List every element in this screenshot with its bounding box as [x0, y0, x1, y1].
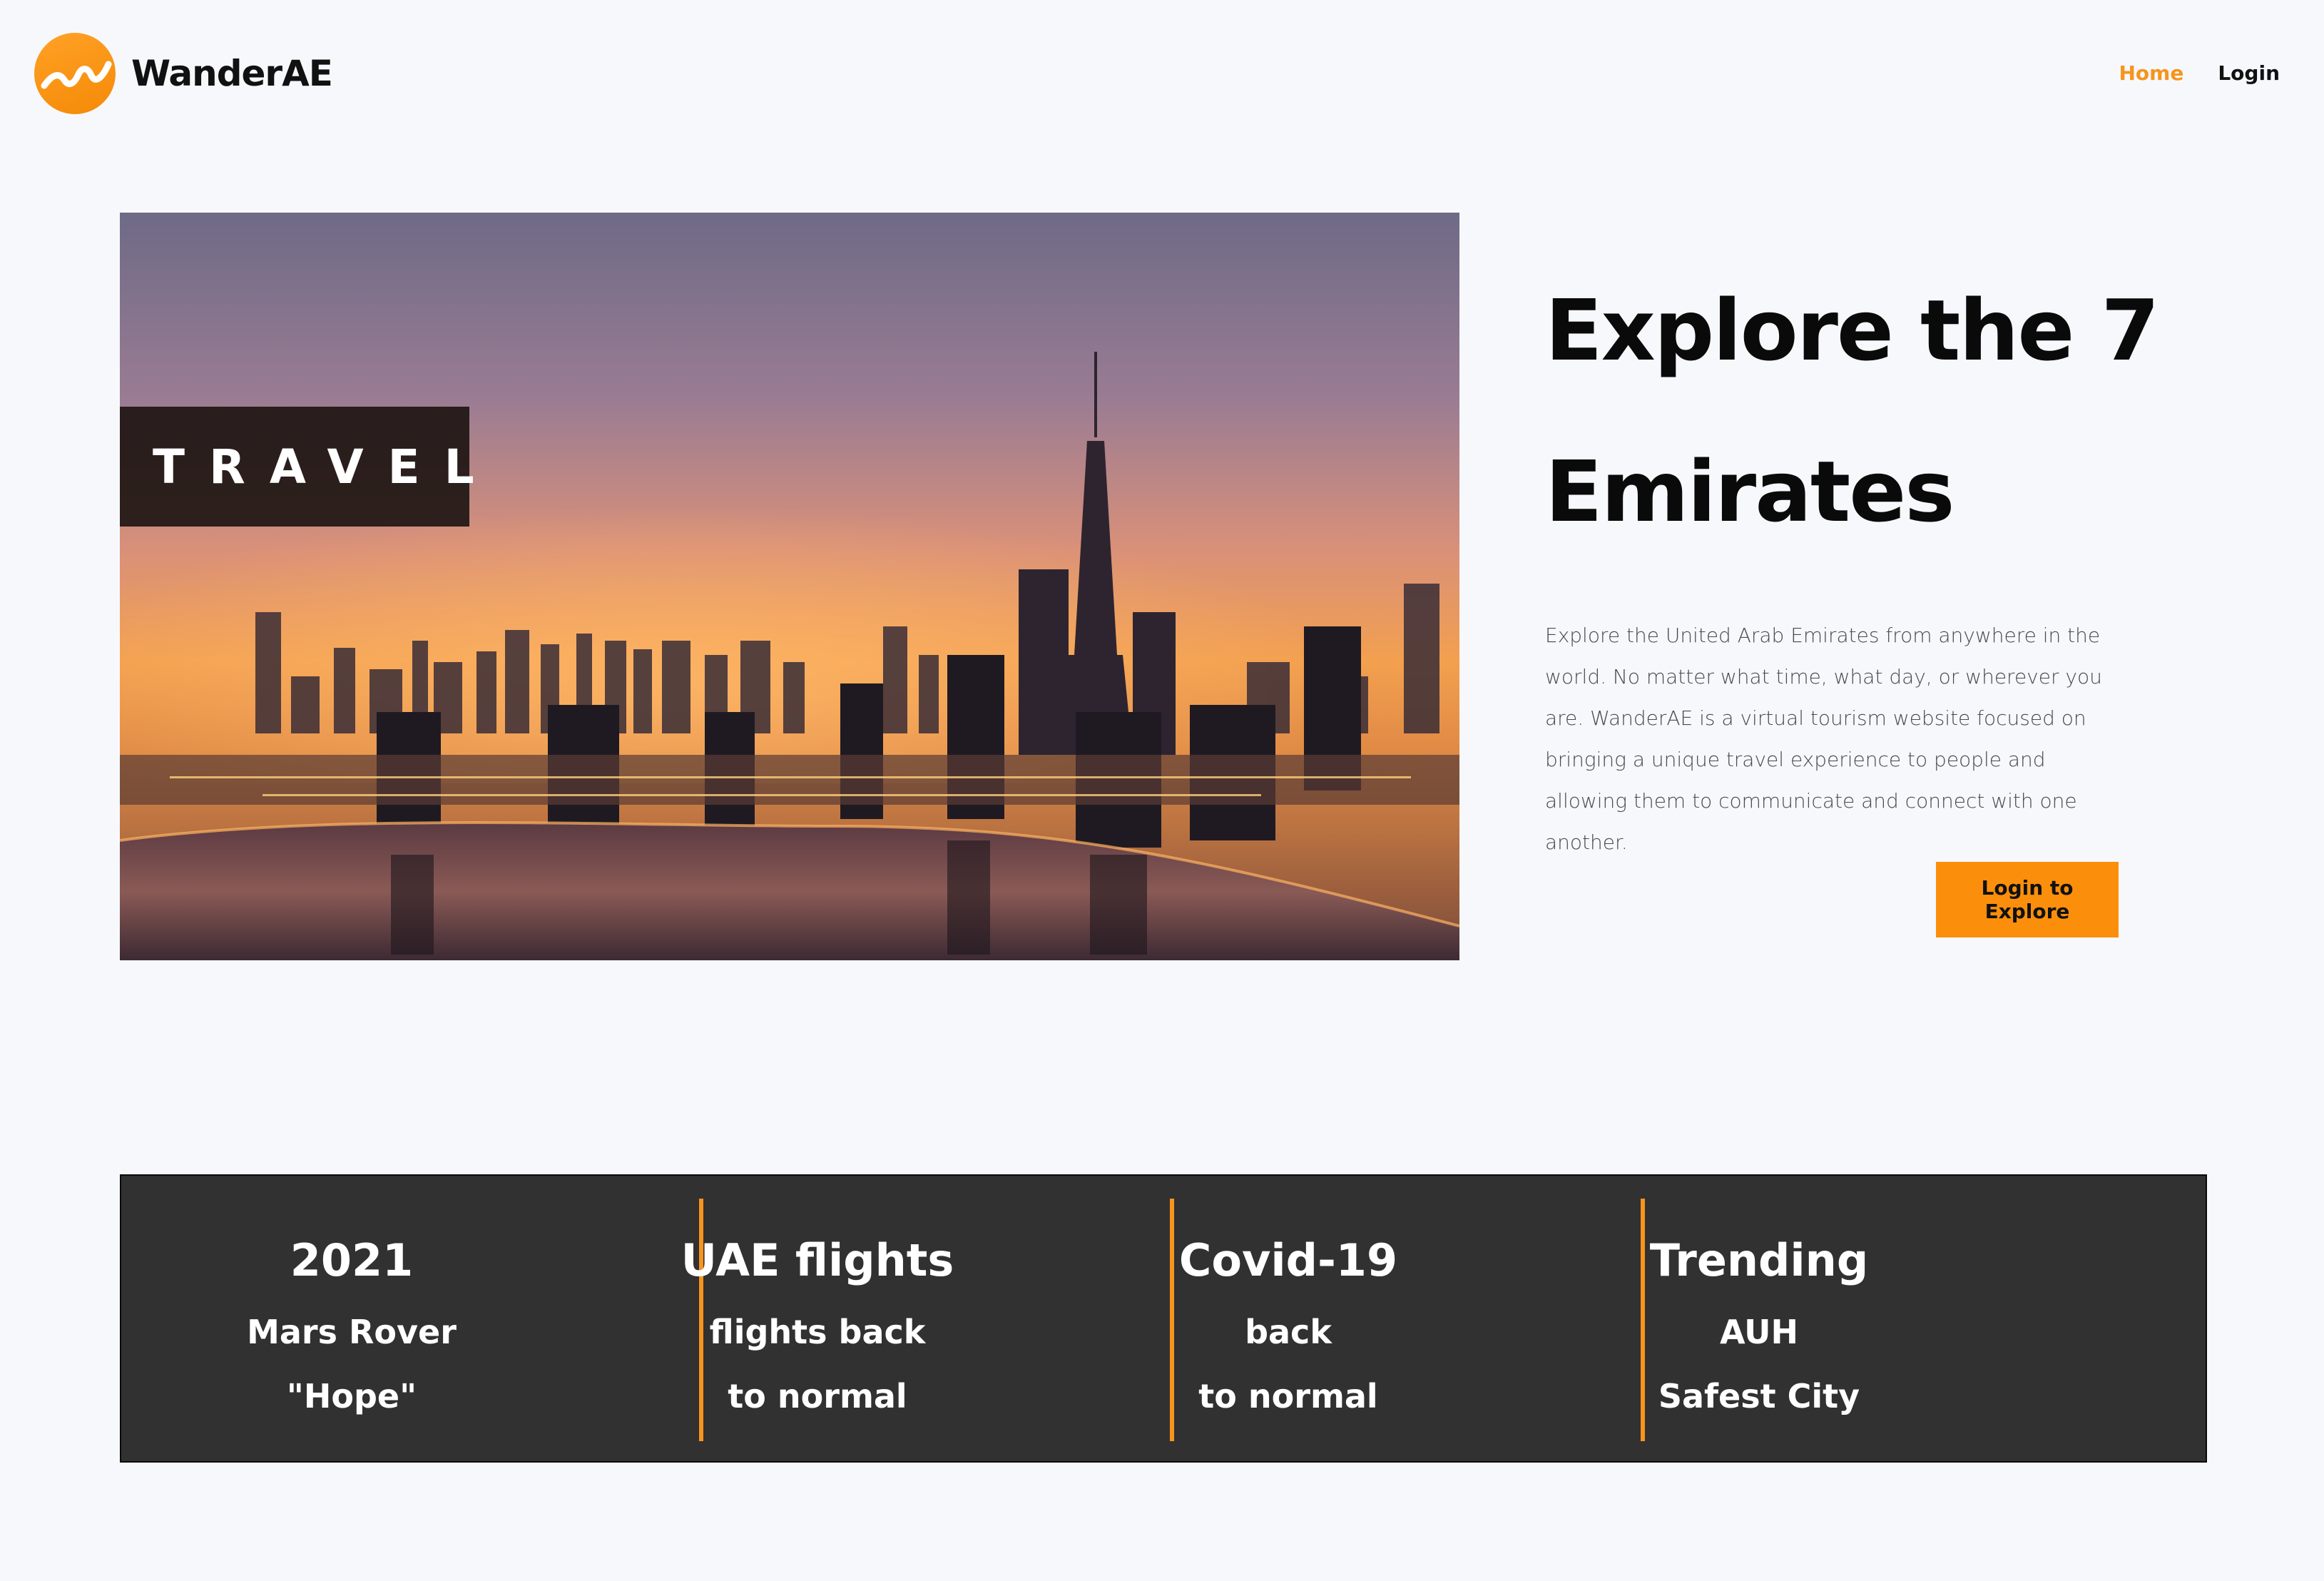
- stat-item: Covid-19 back to normal: [1053, 1176, 1524, 1464]
- stat-line: Mars Rover: [247, 1313, 457, 1351]
- stat-line: Safest City: [1658, 1377, 1860, 1415]
- nav-home-link[interactable]: Home: [2119, 61, 2184, 85]
- stat-line: to normal: [728, 1377, 907, 1415]
- hero-title-line1: Explore the 7: [1545, 281, 2160, 380]
- stat-line: flights back: [709, 1313, 926, 1351]
- hero-title-line2: Emirates: [1545, 442, 1955, 541]
- stat-line: AUH: [1719, 1313, 1799, 1351]
- stat-title: Covid-19: [1178, 1234, 1398, 1286]
- nav-login-link[interactable]: Login: [2218, 61, 2280, 85]
- stat-line: "Hope": [286, 1377, 417, 1415]
- stat-line: to normal: [1198, 1377, 1378, 1415]
- travel-badge: TRAVEL: [120, 407, 474, 527]
- stat-title: 2021: [290, 1234, 414, 1286]
- brand-name: WanderAE: [131, 53, 333, 94]
- city-skyline-illustration: [120, 213, 1459, 960]
- stat-item: UAE flights flights back to normal: [582, 1176, 1053, 1464]
- main-nav: Home Login: [2119, 61, 2280, 85]
- hero-text: Explore the 7 Emirates Explore the Unite…: [1545, 250, 2230, 863]
- hero-title: Explore the 7 Emirates: [1545, 250, 2230, 572]
- stat-title: Trending: [1649, 1234, 1869, 1286]
- stat-item: Trending AUH Safest City: [1524, 1176, 1994, 1464]
- stat-title: UAE flights: [681, 1234, 954, 1286]
- stat-item: 2021 Mars Rover "Hope": [121, 1176, 582, 1464]
- hero-description: Explore the United Arab Emirates from an…: [1545, 624, 2102, 854]
- login-to-explore-button[interactable]: Login to Explore: [1936, 862, 2119, 937]
- site-header: WanderAE Home Login: [0, 0, 2324, 150]
- stat-line: back: [1245, 1313, 1332, 1351]
- hero-image: TRAVEL: [120, 213, 1459, 960]
- wave-logo-icon: [34, 33, 116, 114]
- stats-band: 2021 Mars Rover "Hope" UAE flights fligh…: [120, 1174, 2207, 1463]
- brand[interactable]: WanderAE: [34, 33, 333, 114]
